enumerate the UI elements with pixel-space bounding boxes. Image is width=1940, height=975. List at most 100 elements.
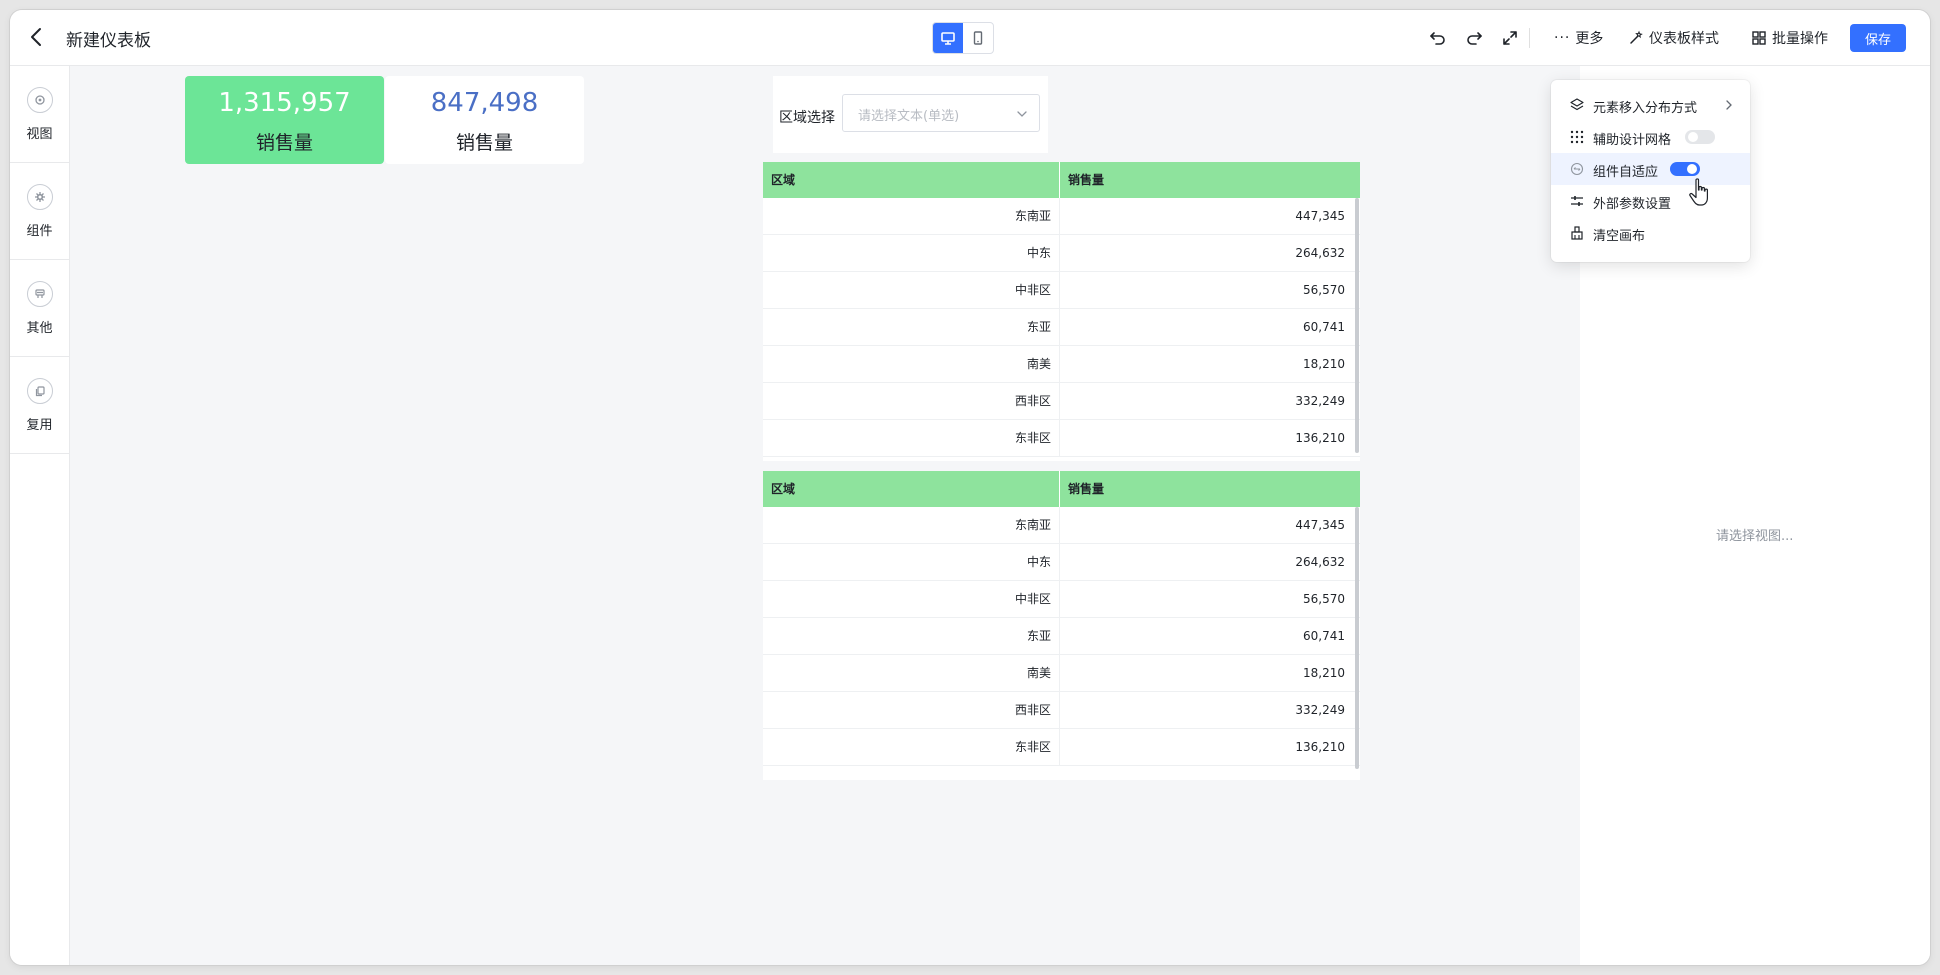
undo-icon[interactable]: [1428, 28, 1448, 48]
adaptive-icon: [1570, 162, 1584, 176]
table-scrollbar[interactable]: [1355, 198, 1359, 453]
sidebar-item-view[interactable]: 视图: [10, 66, 69, 163]
menu-item-label: 元素移入分布方式: [1593, 101, 1698, 116]
sidebar-item-label: 其他: [26, 320, 53, 336]
region-cell: 南美: [763, 346, 1060, 382]
sidebar-item-reuse[interactable]: 复用: [10, 357, 69, 454]
menu-item-design-grid[interactable]: 辅助设计网格: [1551, 121, 1750, 153]
dashboard-title: 新建仪表板: [66, 31, 151, 51]
table-row[interactable]: 中非区 56,570: [763, 581, 1360, 618]
phone-icon: [973, 31, 983, 45]
table-row[interactable]: 南美 18,210: [763, 346, 1360, 383]
select-placeholder: 请选择文本(单选): [858, 109, 960, 124]
table-row[interactable]: 东亚 60,741: [763, 309, 1360, 346]
kpi-value: 847,498: [430, 87, 539, 118]
kpi-card[interactable]: 847,498 销售量: [385, 76, 584, 164]
chevron-down-icon: [1017, 111, 1027, 117]
region-cell: 中东: [763, 544, 1060, 580]
region-cell: 东非区: [763, 729, 1060, 765]
sales-cell: 18,210: [1303, 357, 1345, 371]
kpi-value: 1,315,957: [218, 87, 351, 118]
menu-item-external-params[interactable]: 外部参数设置: [1551, 185, 1750, 217]
sales-cell: 447,345: [1295, 209, 1345, 223]
table-row[interactable]: 南美 18,210: [763, 655, 1360, 692]
table-row[interactable]: 中东 264,632: [763, 544, 1360, 581]
region-filter: 区域选择 请选择文本(单选): [773, 76, 1048, 153]
sidebar-item-component[interactable]: 组件: [10, 163, 69, 260]
region-cell: 中东: [763, 235, 1060, 271]
menu-item-layout-mode[interactable]: 元素移入分布方式: [1551, 89, 1750, 121]
menu-item-label: 清空画布: [1593, 229, 1646, 244]
sales-cell: 60,741: [1303, 629, 1345, 643]
sidebar-item-other[interactable]: 其他: [10, 260, 69, 357]
table-header: 区域 销售量: [763, 162, 1360, 198]
sales-cell: 56,570: [1303, 283, 1345, 297]
region-cell: 中非区: [763, 272, 1060, 308]
left-sidebar: 视图 组件 其他 复用: [10, 66, 70, 965]
ellipsis-icon: ···: [1554, 30, 1571, 46]
sales-cell: 60,741: [1303, 320, 1345, 334]
sales-cell: 332,249: [1295, 394, 1345, 408]
apps-grid-icon: [1752, 31, 1766, 45]
sales-cell: 18,210: [1303, 666, 1345, 680]
back-arrow-icon[interactable]: [26, 26, 48, 48]
mobile-view-button[interactable]: [963, 23, 993, 53]
region-cell: 东非区: [763, 420, 1060, 456]
table-row[interactable]: 东非区 136,210: [763, 729, 1360, 766]
sliders-icon: [1571, 196, 1583, 206]
column-header-region[interactable]: 区域: [763, 162, 1060, 198]
table-row[interactable]: 东南亚 447,345: [763, 507, 1360, 544]
sales-cell: 136,210: [1295, 431, 1345, 445]
sidebar-item-label: 复用: [26, 417, 53, 433]
region-cell: 西非区: [763, 383, 1060, 419]
kpi-label: 销售量: [255, 131, 313, 154]
reuse-icon: [26, 377, 53, 404]
region-select[interactable]: 请选择文本(单选): [842, 94, 1040, 132]
view-icon: [26, 86, 53, 113]
table-header: 区域 销售量: [763, 471, 1360, 507]
sales-cell: 264,632: [1295, 555, 1345, 569]
column-header-sales[interactable]: 销售量: [1060, 471, 1360, 507]
sales-table[interactable]: 区域 销售量 东南亚 447,345 中东 264,632 中非区 56,570 东亚…: [763, 162, 1360, 461]
batch-operations-button[interactable]: 批量操作: [1751, 26, 1828, 50]
dashboard-style-button[interactable]: 仪表板样式: [1628, 26, 1719, 50]
menu-item-label: 组件自适应: [1593, 165, 1659, 180]
sidebar-item-label: 组件: [26, 223, 53, 239]
region-cell: 西非区: [763, 692, 1060, 728]
menu-item-label: 辅助设计网格: [1593, 133, 1672, 148]
redo-icon[interactable]: [1464, 28, 1484, 48]
menu-item-clear-canvas[interactable]: 清空画布: [1551, 217, 1750, 249]
table-row[interactable]: 西非区 332,249: [763, 383, 1360, 420]
table-row[interactable]: 西非区 332,249: [763, 692, 1360, 729]
region-cell: 东亚: [763, 618, 1060, 654]
table-row[interactable]: 东亚 60,741: [763, 618, 1360, 655]
table-row[interactable]: 东非区 136,210: [763, 420, 1360, 457]
sales-cell: 264,632: [1295, 246, 1345, 260]
table-row[interactable]: 中非区 56,570: [763, 272, 1360, 309]
table-scrollbar[interactable]: [1355, 507, 1359, 769]
broom-icon: [1571, 226, 1583, 240]
more-button[interactable]: ··· 更多: [1554, 26, 1603, 50]
top-bar: 新建仪表板 ··· 更多 仪表板样式 批量操作 保存: [10, 10, 1930, 66]
sales-cell: 332,249: [1295, 703, 1345, 717]
design-grid-toggle[interactable]: [1685, 130, 1715, 144]
column-header-sales[interactable]: 销售量: [1060, 162, 1360, 198]
panel-placeholder: 请选择视图...: [1716, 529, 1794, 544]
desktop-view-button[interactable]: [933, 23, 963, 53]
magic-wand-icon: [1630, 30, 1643, 44]
grid-dots-icon: [1570, 130, 1584, 144]
component-adaptive-toggle[interactable]: [1670, 162, 1700, 176]
save-button[interactable]: 保存: [1850, 24, 1906, 52]
column-header-region[interactable]: 区域: [763, 471, 1060, 507]
menu-item-component-adaptive[interactable]: 组件自适应: [1551, 153, 1750, 185]
header-divider: [1529, 28, 1530, 48]
fullscreen-icon[interactable]: [1500, 28, 1520, 48]
component-icon: [26, 183, 53, 210]
kpi-card[interactable]: 1,315,957 销售量: [185, 76, 384, 164]
table-row[interactable]: 中东 264,632: [763, 235, 1360, 272]
layers-icon: [1570, 98, 1584, 111]
filter-label: 区域选择: [779, 110, 835, 126]
table-row[interactable]: 东南亚 447,345: [763, 198, 1360, 235]
other-icon: [26, 280, 53, 307]
sales-table[interactable]: 区域 销售量 东南亚 447,345 中东 264,632 中非区 56,570 东亚…: [763, 471, 1360, 780]
